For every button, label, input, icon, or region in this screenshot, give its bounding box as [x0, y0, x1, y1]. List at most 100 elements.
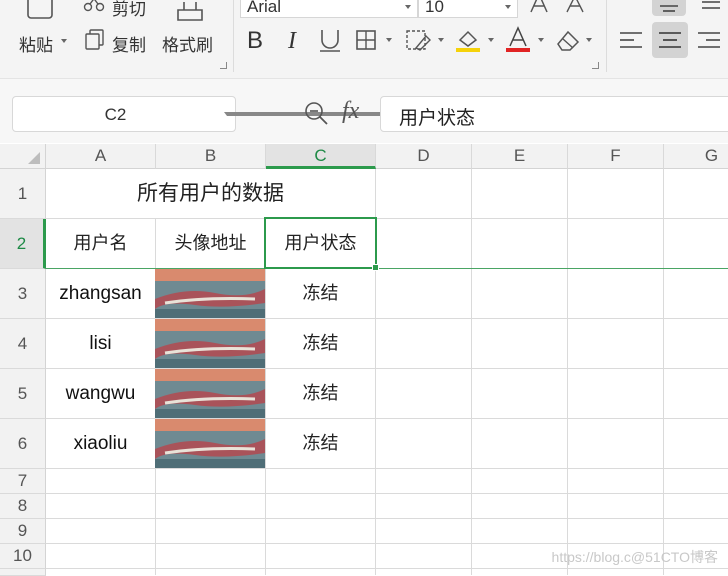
svg-text:B: B: [247, 27, 263, 54]
clipboard-dialog-launcher[interactable]: [220, 62, 227, 69]
align-middle-button[interactable]: [694, 0, 728, 16]
status-cell[interactable]: 冻结: [266, 269, 375, 318]
row-header-3[interactable]: 3: [0, 269, 46, 319]
format-painter-button[interactable]: 格式刷: [162, 0, 227, 69]
clear-format-button[interactable]: [554, 26, 594, 54]
italic-icon: I: [287, 28, 297, 54]
fill-color-icon: [456, 30, 480, 52]
column-header-b[interactable]: B: [156, 144, 266, 169]
copy-label: 复制: [112, 36, 146, 56]
username-cell[interactable]: wangwu: [46, 369, 155, 418]
increase-font-button[interactable]: [528, 0, 550, 16]
formula-value: 用户状态: [399, 107, 476, 129]
increase-font-icon: [530, 0, 548, 13]
border-button[interactable]: [354, 26, 394, 54]
ribbon-separator: [233, 0, 234, 72]
align-right-button[interactable]: [692, 24, 726, 58]
avatar-image[interactable]: [155, 269, 265, 318]
insert-function-button[interactable]: fx: [342, 98, 372, 128]
paste-label: 粘贴: [19, 36, 53, 56]
border-icon: [356, 30, 376, 50]
font-size-value: 10: [425, 0, 444, 16]
name-box[interactable]: C2: [12, 96, 435, 132]
font-color-icon: [506, 26, 530, 52]
align-center-button[interactable]: [652, 22, 688, 58]
italic-button[interactable]: I: [282, 26, 310, 54]
fill-pattern-icon: [406, 30, 431, 51]
gridline: [46, 568, 728, 569]
magnifier-icon: [305, 102, 328, 125]
fx-label: fx: [342, 98, 360, 124]
header-cell-username[interactable]: 用户名: [46, 219, 155, 268]
sheet-title-cell[interactable]: 所有用户的数据: [46, 169, 375, 218]
fill-handle[interactable]: [372, 264, 379, 271]
status-cell[interactable]: 冻结: [266, 369, 375, 418]
status-cell[interactable]: 冻结: [266, 419, 375, 468]
font-color-button[interactable]: [504, 26, 544, 54]
active-cell-border: [264, 217, 377, 269]
gridline: [46, 518, 728, 519]
row-header-5[interactable]: 5: [0, 369, 46, 419]
underline-button[interactable]: [316, 26, 344, 54]
gridline: [46, 543, 728, 544]
font-size-dropdown-icon: [505, 5, 511, 9]
formula-input[interactable]: 用户状态: [380, 96, 728, 132]
username-cell[interactable]: xiaoliu: [46, 419, 155, 468]
username-cell[interactable]: lisi: [46, 319, 155, 368]
cut-button[interactable]: 剪切: [82, 0, 152, 20]
avatar-image[interactable]: [155, 369, 265, 418]
paste-button[interactable]: 粘贴: [14, 0, 67, 56]
select-all-triangle-icon: [28, 152, 40, 164]
fill-color-dropdown-icon: [488, 38, 494, 42]
format-painter-label: 格式刷: [162, 36, 213, 56]
column-header-g[interactable]: G: [664, 144, 728, 169]
spreadsheet-grid: A B C D E F G 1 2 3 4 5 6 7 8 9 10 所有用户的…: [0, 144, 728, 576]
font-name-select[interactable]: Arial: [240, 0, 418, 18]
row-header-1[interactable]: 1: [0, 169, 46, 219]
column-header-d[interactable]: D: [376, 144, 472, 169]
zoom-formula-button[interactable]: [302, 99, 330, 127]
clear-format-dropdown-icon: [586, 38, 592, 42]
fill-color-button[interactable]: [454, 26, 494, 54]
row-header-10[interactable]: 10: [0, 544, 46, 569]
row-header-6[interactable]: 6: [0, 419, 46, 469]
header-cell-avatar[interactable]: 头像地址: [156, 219, 265, 268]
align-top-icon: [660, 5, 678, 12]
paste-dropdown-icon[interactable]: [61, 39, 67, 43]
select-all-corner[interactable]: [0, 144, 46, 169]
gridline: [46, 493, 728, 494]
avatar-image[interactable]: [155, 319, 265, 368]
align-top-button[interactable]: [652, 0, 686, 16]
gridline: [46, 468, 728, 469]
paste-icon: [27, 0, 53, 19]
svg-text:I: I: [287, 28, 297, 54]
font-size-select[interactable]: 10: [418, 0, 518, 18]
align-left-button[interactable]: [614, 24, 648, 58]
column-header-f[interactable]: F: [568, 144, 664, 169]
column-header-a[interactable]: A: [46, 144, 156, 169]
underline-icon: [320, 30, 340, 52]
bold-button[interactable]: B: [244, 26, 272, 54]
font-dialog-launcher[interactable]: [592, 62, 599, 69]
decrease-font-button[interactable]: [564, 0, 586, 16]
align-right-icon: [698, 32, 720, 48]
border-dropdown-icon: [386, 38, 392, 42]
decrease-font-icon: [566, 0, 584, 13]
status-cell[interactable]: 冻结: [266, 319, 375, 368]
format-painter-icon: [177, 2, 203, 21]
fill-pattern-button[interactable]: [404, 26, 444, 54]
column-header-e[interactable]: E: [472, 144, 568, 169]
row-header-9[interactable]: 9: [0, 519, 46, 544]
row-header-8[interactable]: 8: [0, 494, 46, 519]
column-header-c[interactable]: C: [266, 144, 376, 169]
gridline: [471, 169, 472, 575]
username-cell[interactable]: zhangsan: [46, 269, 155, 318]
avatar-image[interactable]: [155, 419, 265, 468]
row-header-2[interactable]: 2: [0, 219, 46, 269]
copy-button[interactable]: 复制: [84, 28, 154, 56]
copy-icon: [85, 29, 104, 50]
font-color-dropdown-icon: [538, 38, 544, 42]
row-header-7[interactable]: 7: [0, 469, 46, 494]
cut-label: 剪切: [112, 0, 146, 20]
row-header-4[interactable]: 4: [0, 319, 46, 369]
